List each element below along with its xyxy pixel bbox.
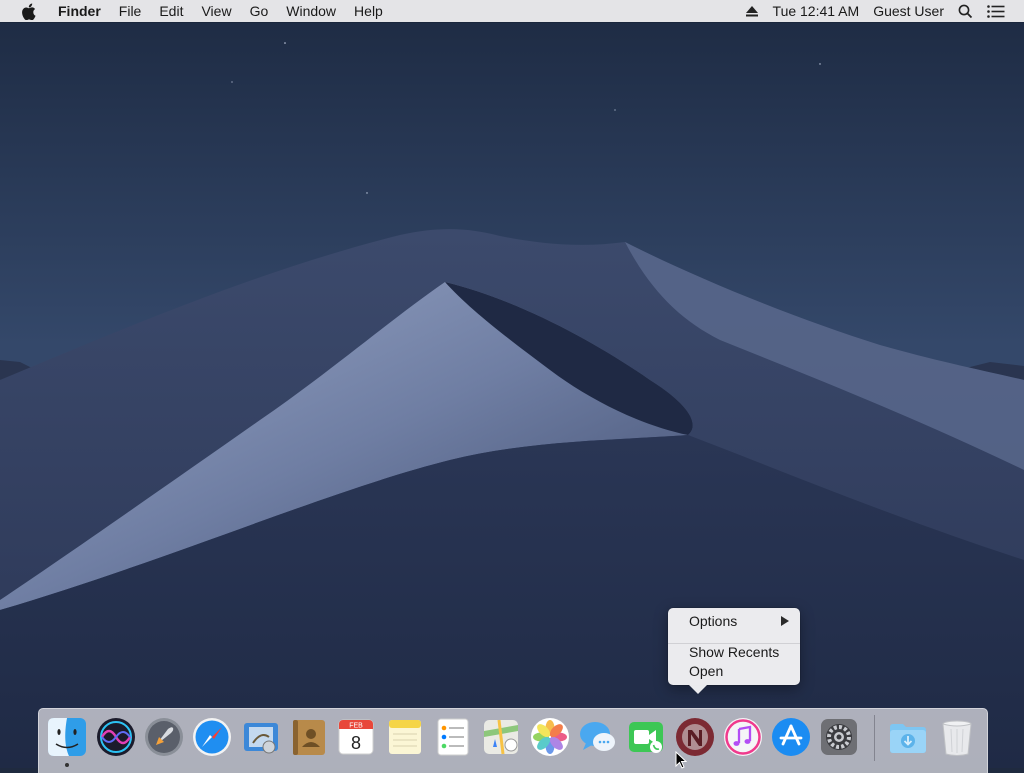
desktop-wallpaper <box>0 0 1024 768</box>
eject-icon[interactable] <box>738 0 766 22</box>
system-preferences-icon[interactable] <box>819 717 859 757</box>
menu-finder[interactable]: Finder <box>49 0 110 22</box>
facetime-icon[interactable] <box>626 717 666 757</box>
mail-icon[interactable] <box>241 717 281 757</box>
menu-help[interactable]: Help <box>345 0 392 22</box>
dock-context-menu: Options Show Recents Open <box>668 608 800 694</box>
trash-icon[interactable] <box>937 717 977 757</box>
menu-bar: Finder File Edit View Go Window Help Tue… <box>0 0 1024 22</box>
calendar-month: FEB <box>349 723 363 730</box>
menu-pointer <box>689 685 707 694</box>
photos-icon[interactable] <box>530 717 570 757</box>
finder-icon[interactable] <box>47 717 87 757</box>
launchpad-icon[interactable] <box>144 717 184 757</box>
menu-edit[interactable]: Edit <box>150 0 192 22</box>
maps-icon[interactable] <box>481 717 521 757</box>
context-menu-show-recents[interactable]: Show Recents <box>689 643 779 661</box>
dock: FEB 8 <box>38 708 988 773</box>
menu-view[interactable]: View <box>192 0 240 22</box>
spotlight-search-icon[interactable] <box>951 0 980 22</box>
contacts-icon[interactable] <box>289 717 329 757</box>
siri-icon[interactable] <box>96 717 136 757</box>
menu-go[interactable]: Go <box>241 0 278 22</box>
dock-divider <box>874 715 875 761</box>
messages-icon[interactable] <box>578 717 618 757</box>
mouse-cursor-icon <box>675 751 687 769</box>
itunes-icon[interactable] <box>723 717 763 757</box>
menubar-clock[interactable]: Tue 12:41 AM <box>766 0 867 22</box>
context-menu-open[interactable]: Open <box>689 662 723 680</box>
reminders-icon[interactable] <box>433 717 473 757</box>
menu-window[interactable]: Window <box>277 0 345 22</box>
notification-center-icon[interactable] <box>980 0 1012 22</box>
downloads-folder-icon[interactable] <box>888 717 928 757</box>
app-store-icon[interactable] <box>771 717 811 757</box>
menu-file[interactable]: File <box>110 0 151 22</box>
safari-icon[interactable] <box>192 717 232 757</box>
submenu-arrow-icon <box>781 616 789 626</box>
apple-menu-icon[interactable] <box>17 0 39 22</box>
calendar-day: 8 <box>351 733 361 753</box>
notes-icon[interactable] <box>385 717 425 757</box>
calendar-icon[interactable]: FEB 8 <box>336 717 376 757</box>
context-menu-options[interactable]: Options <box>689 612 737 630</box>
fast-user-switch[interactable]: Guest User <box>866 0 951 22</box>
running-indicator <box>65 763 69 767</box>
